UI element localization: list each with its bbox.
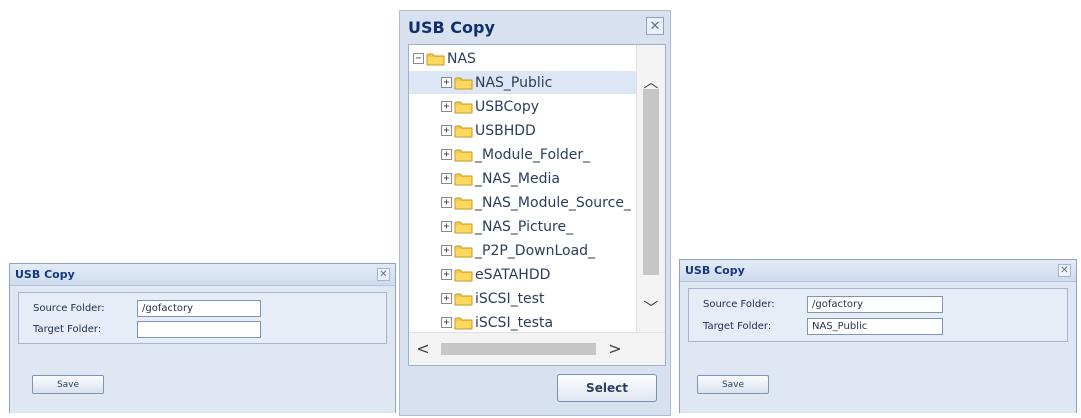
folder-icon: [454, 245, 473, 257]
chevron-right-icon[interactable]: >: [605, 339, 625, 359]
source-folder-row: Source Folder:: [33, 299, 261, 317]
plus-box-icon[interactable]: +: [441, 197, 452, 208]
dialog-header: USB Copy ✕: [680, 260, 1076, 282]
target-folder-row: Target Folder:: [703, 317, 943, 335]
usb-copy-dialog-right: USB Copy ✕ Source Folder: Target Folder:…: [679, 259, 1077, 413]
folder-icon: [454, 149, 473, 161]
plus-box-icon[interactable]: +: [441, 173, 452, 184]
folder-icon: [454, 317, 473, 329]
folder-icon: [454, 269, 473, 281]
tree-item-nas-module-source[interactable]: + _NAS_Module_Source_: [441, 191, 631, 214]
folder-tree: − NAS + NAS_Public + USBCopy + USBHDD + …: [408, 44, 666, 366]
plus-box-icon[interactable]: +: [441, 269, 452, 280]
dialog-title: USB Copy: [408, 18, 495, 37]
tree-item-nas-picture[interactable]: + _NAS_Picture_: [441, 215, 573, 238]
folder-icon: [454, 125, 473, 137]
save-button[interactable]: Save: [697, 375, 769, 394]
source-folder-label: Source Folder:: [703, 298, 775, 310]
target-folder-input[interactable]: [807, 317, 943, 335]
plus-box-icon[interactable]: +: [441, 293, 452, 304]
folder-icon: [454, 197, 473, 209]
tree-root-nas[interactable]: − NAS: [413, 47, 476, 70]
vertical-scrollbar[interactable]: ︿ ﹀: [636, 45, 665, 333]
tree-node-label: _P2P_DownLoad_: [475, 242, 596, 259]
save-button[interactable]: Save: [32, 375, 104, 394]
tree-node-label: NAS: [447, 50, 476, 67]
plus-box-icon[interactable]: +: [441, 77, 452, 88]
tree-item-nas-media[interactable]: + _NAS_Media: [441, 167, 560, 190]
horizontal-scrollbar[interactable]: < >: [409, 332, 665, 365]
tree-node-label: iSCSI_testa: [475, 314, 554, 331]
folder-icon: [454, 293, 473, 305]
tree-node-label: _NAS_Picture_: [475, 218, 574, 235]
plus-box-icon[interactable]: +: [441, 245, 452, 256]
tree-node-label: USBHDD: [475, 122, 536, 139]
folder-icon: [454, 101, 473, 113]
source-folder-label: Source Folder:: [33, 302, 105, 314]
vertical-scroll-thumb[interactable]: [643, 89, 659, 275]
dialog-body: Source Folder: Target Folder: Save: [10, 286, 395, 413]
folder-fieldset: Source Folder: Target Folder:: [688, 288, 1068, 342]
tree-node-label: USBCopy: [475, 98, 540, 115]
select-button[interactable]: Select: [557, 374, 657, 402]
dialog-body: Source Folder: Target Folder: Save: [680, 282, 1076, 413]
folder-icon: [454, 221, 473, 233]
tree-item-iscsi-testa[interactable]: + iSCSI_testa: [441, 311, 553, 334]
tree-item-nas-public[interactable]: + NAS_Public: [409, 71, 637, 94]
tree-item-module-folder[interactable]: + _Module_Folder_: [441, 143, 590, 166]
folder-icon: [454, 173, 473, 185]
tree-item-usbcopy[interactable]: + USBCopy: [441, 95, 539, 118]
plus-box-icon[interactable]: +: [441, 221, 452, 232]
target-folder-label: Target Folder:: [33, 323, 102, 335]
minus-box-icon[interactable]: −: [413, 53, 424, 64]
tree-node-label: iSCSI_test: [475, 290, 545, 307]
source-folder-input[interactable]: [137, 299, 261, 317]
folder-tree-list: − NAS + NAS_Public + USBCopy + USBHDD + …: [409, 45, 637, 333]
target-folder-input[interactable]: [137, 320, 261, 338]
usb-copy-dialog-left: USB Copy ✕ Source Folder: Target Folder:…: [9, 263, 396, 413]
source-folder-row: Source Folder:: [703, 295, 943, 313]
chevron-up-icon[interactable]: ︿: [641, 71, 661, 91]
tree-item-usbhdd[interactable]: + USBHDD: [441, 119, 536, 142]
dialog-title: USB Copy: [685, 264, 745, 277]
plus-box-icon[interactable]: +: [441, 149, 452, 160]
folder-fieldset: Source Folder: Target Folder:: [18, 292, 387, 344]
close-icon[interactable]: ✕: [646, 17, 664, 35]
folder-icon: [426, 53, 445, 65]
plus-box-icon[interactable]: +: [441, 125, 452, 136]
dialog-header: USB Copy ✕: [10, 264, 395, 286]
tree-node-label: _NAS_Module_Source_: [475, 194, 631, 211]
dialog-title: USB Copy: [15, 268, 75, 281]
target-folder-label: Target Folder:: [703, 320, 772, 332]
horizontal-scroll-thumb[interactable]: [441, 343, 596, 355]
source-folder-input[interactable]: [807, 295, 943, 313]
plus-box-icon[interactable]: +: [441, 317, 452, 328]
target-folder-row: Target Folder:: [33, 320, 261, 338]
close-icon[interactable]: ✕: [377, 268, 390, 281]
tree-node-label: _Module_Folder_: [475, 146, 591, 163]
tree-item-iscsi-test[interactable]: + iSCSI_test: [441, 287, 544, 310]
tree-node-label: _NAS_Media: [475, 170, 560, 187]
chevron-down-icon[interactable]: ﹀: [641, 297, 661, 317]
usb-copy-folder-picker: USB Copy ✕ − NAS + NAS_Public + USBCopy: [399, 10, 671, 416]
close-icon[interactable]: ✕: [1058, 264, 1071, 277]
tree-item-esatahdd[interactable]: + eSATAHDD: [441, 263, 550, 286]
plus-box-icon[interactable]: +: [441, 101, 452, 112]
folder-icon: [454, 77, 473, 89]
tree-node-label: NAS_Public: [475, 74, 553, 91]
chevron-left-icon[interactable]: <: [413, 339, 433, 359]
tree-item-p2p-download[interactable]: + _P2P_DownLoad_: [441, 239, 595, 262]
tree-node-label: eSATAHDD: [475, 266, 551, 283]
